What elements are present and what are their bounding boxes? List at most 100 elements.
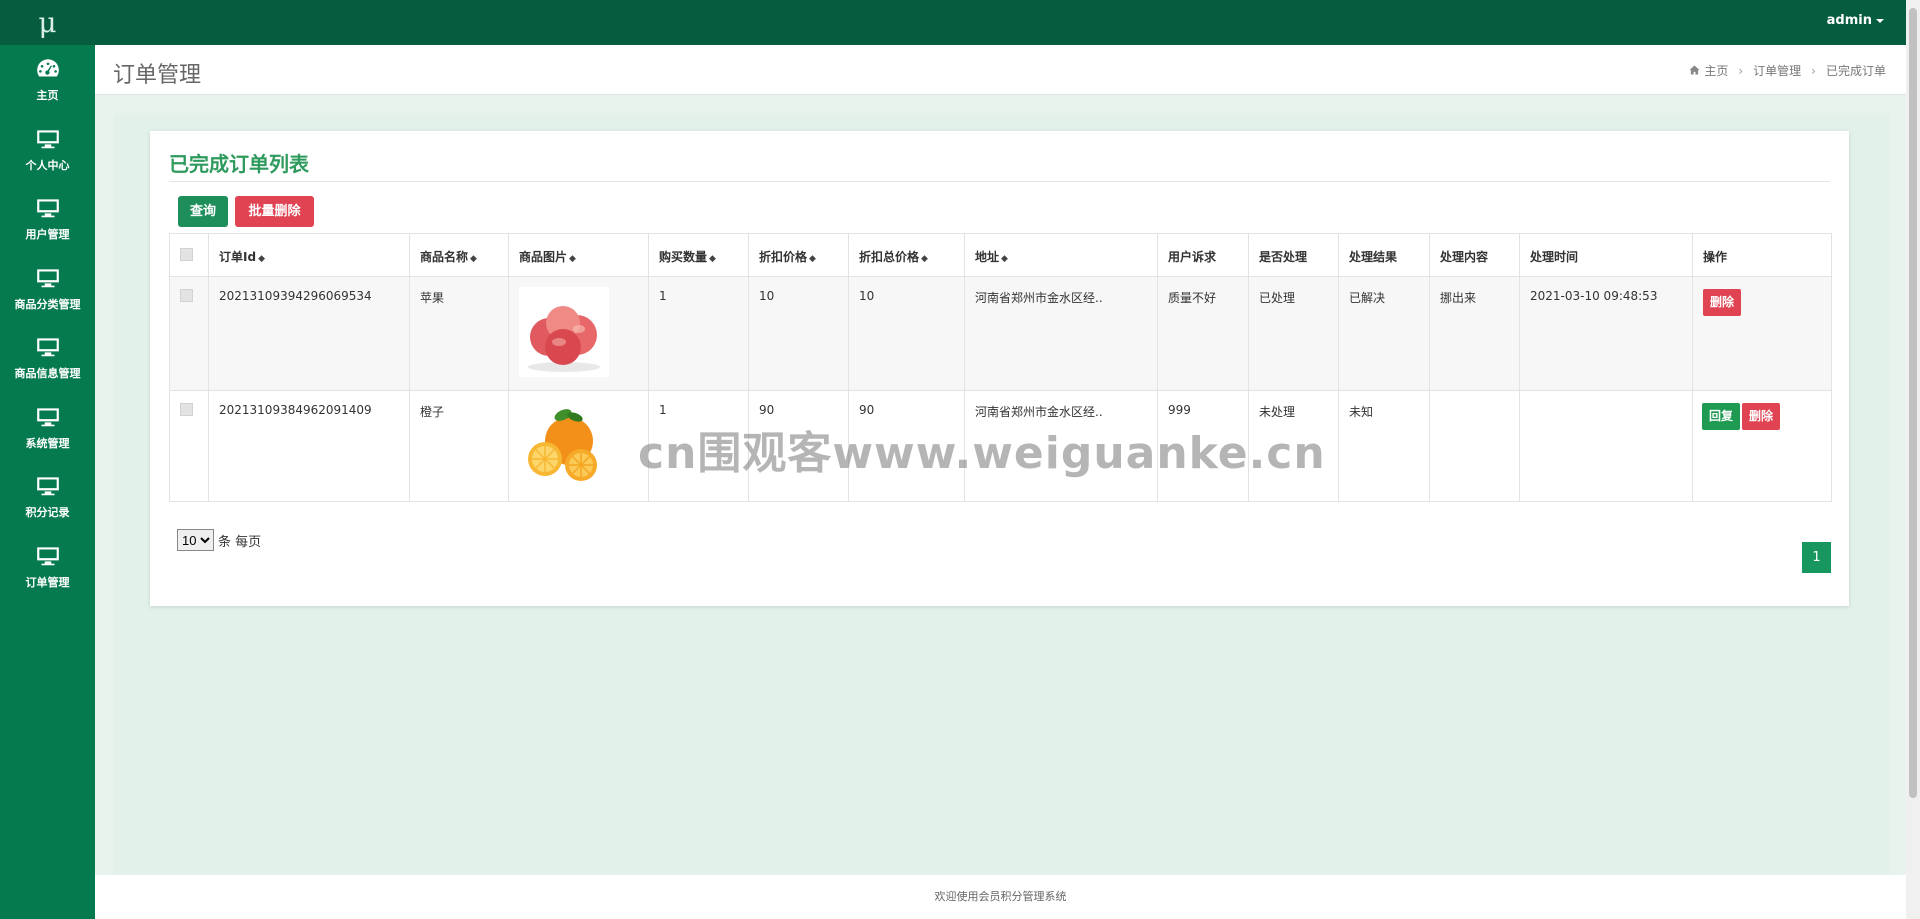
page-1-button[interactable]: 1: [1802, 542, 1831, 573]
sort-icon: ◆: [258, 254, 265, 264]
select-all-checkbox[interactable]: [180, 248, 193, 261]
sidebar-item-system[interactable]: 系统管理: [0, 393, 95, 463]
sort-icon: ◆: [1001, 254, 1008, 264]
header-product-name[interactable]: 商品名称 ◆: [409, 233, 509, 277]
header-product-image[interactable]: 商品图片 ◆: [508, 233, 649, 277]
handle-content: [1429, 390, 1520, 502]
sidebar-item-orders[interactable]: 订单管理: [0, 532, 95, 602]
page-header: 订单管理 主页 › 订单管理 › 已完成订单: [95, 45, 1906, 95]
handle-result: 未知: [1338, 390, 1430, 502]
order-id: 20213109394296069534: [208, 276, 410, 391]
handle-result: 已解决: [1338, 276, 1430, 391]
row-checkbox[interactable]: [180, 403, 193, 416]
header-discount-price[interactable]: 折扣价格 ◆: [748, 233, 849, 277]
sidebar-item-home[interactable]: 主页: [0, 45, 95, 115]
reply-button[interactable]: 回复: [1702, 403, 1741, 430]
sidebar-item-points[interactable]: 积分记录: [0, 462, 95, 532]
header-time: 处理时间: [1519, 233, 1693, 277]
product-name: 苹果: [409, 276, 509, 391]
divider: [169, 181, 1830, 182]
breadcrumb-current: 已完成订单: [1825, 64, 1886, 78]
header-address[interactable]: 地址 ◆: [964, 233, 1158, 277]
sidebar: μ 主页 个人中心 用户管理 商品分类管理 商品信息管理 系统管理 积分记录 订…: [0, 0, 95, 919]
address: 河南省郑州市金水区经..: [964, 276, 1158, 391]
caret-down-icon: [1876, 18, 1884, 23]
header-content: 处理内容: [1429, 233, 1520, 277]
search-button[interactable]: 查询: [178, 196, 228, 227]
product-name: 橙子: [409, 390, 509, 502]
dashboard-icon: [36, 59, 59, 77]
sidebar-item-label: 订单管理: [25, 575, 70, 589]
page-title: 订单管理: [113, 63, 202, 88]
breadcrumb: 主页 › 订单管理 › 已完成订单: [1689, 62, 1886, 79]
sidebar-item-profile[interactable]: 个人中心: [0, 115, 95, 185]
per-page-label: 条 每页: [218, 534, 262, 550]
delete-button[interactable]: 删除: [1703, 289, 1742, 316]
sidebar-item-label: 商品信息管理: [14, 367, 81, 381]
handled-status: 已处理: [1248, 276, 1339, 391]
panel-title: 已完成订单列表: [169, 152, 309, 176]
sort-icon: ◆: [921, 254, 928, 264]
discount-total: 10: [848, 276, 965, 391]
order-list-panel: 已完成订单列表 查询 批量删除 订单Id ◆ 商品名称 ◆ 商品图片 ◆ 购买数量 ◆ …: [150, 131, 1849, 606]
apple-image: [519, 287, 609, 377]
user-name: admin: [1826, 13, 1872, 28]
sidebar-item-label: 用户管理: [25, 228, 70, 242]
user-menu[interactable]: admin: [1827, 13, 1884, 28]
order-id: 20213109384962091409: [208, 390, 410, 502]
quantity: 1: [648, 276, 749, 391]
user-request: 质量不好: [1157, 276, 1249, 391]
sort-icon: ◆: [470, 254, 477, 264]
sidebar-item-label: 系统管理: [25, 436, 70, 450]
header-quantity[interactable]: 购买数量 ◆: [648, 233, 749, 277]
monitor-icon: [36, 477, 59, 496]
delete-button[interactable]: 删除: [1742, 403, 1781, 430]
header-user-request: 用户诉求: [1157, 233, 1249, 277]
page-size-control: 10 条 每页: [177, 529, 261, 551]
chevron-right-icon: ›: [1811, 63, 1816, 78]
logo: μ: [0, 0, 95, 45]
monitor-icon: [36, 408, 59, 426]
sidebar-item-users[interactable]: 用户管理: [0, 184, 95, 254]
header-actions: 操作: [1692, 233, 1832, 277]
select-all-cell: [169, 233, 209, 277]
sort-icon: ◆: [569, 254, 576, 264]
handle-time: [1519, 390, 1693, 502]
footer: 欢迎使用会员积分管理系统: [95, 875, 1906, 919]
monitor-icon: [36, 338, 59, 357]
chevron-right-icon: ›: [1738, 63, 1744, 78]
breadcrumb-orders[interactable]: 订单管理: [1753, 62, 1801, 79]
header-discount-total[interactable]: 折扣总价格 ◆: [848, 233, 965, 277]
header-order-id[interactable]: 订单Id ◆: [208, 233, 410, 277]
content-area: 已完成订单列表 查询 批量删除 订单Id ◆ 商品名称 ◆ 商品图片 ◆ 购买数量 ◆ …: [113, 113, 1889, 875]
watermark: cn围观客www.weiguanke.cn: [638, 428, 1326, 479]
sidebar-item-label: 积分记录: [25, 506, 70, 520]
sort-icon: ◆: [809, 254, 816, 264]
page-size-select[interactable]: 10: [177, 529, 214, 551]
orange-image: [519, 401, 609, 491]
home-icon: [1689, 64, 1700, 78]
header-result: 处理结果: [1338, 233, 1430, 277]
monitor-icon: [36, 199, 59, 218]
monitor-icon: [36, 269, 59, 287]
sidebar-item-label: 主页: [36, 89, 59, 103]
scrollbar[interactable]: [1906, 0, 1920, 919]
handle-time: 2021-03-10 09:48:53: [1519, 276, 1693, 391]
sidebar-item-label: 个人中心: [25, 158, 70, 172]
breadcrumb-home[interactable]: 主页: [1704, 62, 1728, 79]
monitor-icon: [36, 130, 59, 148]
bulk-delete-button[interactable]: 批量删除: [235, 196, 314, 227]
sidebar-item-categories[interactable]: 商品分类管理: [0, 254, 95, 324]
row-checkbox[interactable]: [180, 289, 193, 302]
header-handled: 是否处理: [1248, 233, 1339, 277]
sort-icon: ◆: [709, 254, 716, 264]
monitor-icon: [36, 547, 59, 565]
table-row: 20213109394296069534 苹果 1 10 10 河南省郑州市金水…: [169, 276, 1832, 391]
handle-content: 挪出来: [1429, 276, 1520, 391]
table-header-row: 订单Id ◆ 商品名称 ◆ 商品图片 ◆ 购买数量 ◆ 折扣价格 ◆ 折扣总价格 ◆ 地址 ◆…: [169, 233, 1832, 277]
top-bar: admin: [95, 0, 1906, 45]
discount-price: 10: [748, 276, 849, 391]
sidebar-item-products[interactable]: 商品信息管理: [0, 323, 95, 393]
scrollbar-thumb[interactable]: [1909, 8, 1917, 798]
sidebar-item-label: 商品分类管理: [14, 297, 81, 311]
